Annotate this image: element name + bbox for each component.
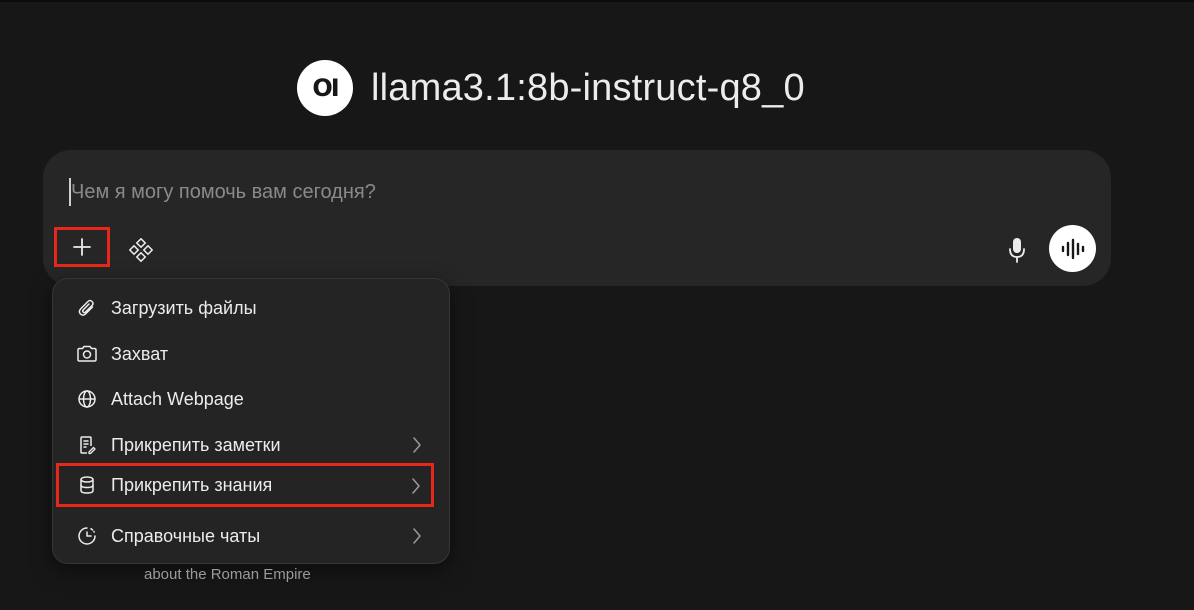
integrations-button[interactable]	[127, 236, 155, 264]
chevron-right-icon	[413, 528, 421, 544]
menu-item-reference-chats[interactable]: Справочные чаты	[65, 516, 437, 556]
attach-menu: Загрузить файлы Захват Attach Webpage Пр…	[52, 278, 450, 564]
database-icon	[75, 473, 99, 497]
menu-item-label: Прикрепить знания	[111, 474, 273, 495]
chat-composer	[43, 150, 1111, 286]
openwebui-logo: OI	[297, 60, 353, 116]
prompt-input[interactable]	[69, 178, 969, 206]
dictate-button[interactable]	[1003, 234, 1031, 266]
attach-plus-button[interactable]	[54, 227, 110, 267]
menu-item-label: Захват	[111, 343, 169, 364]
paperclip-icon	[75, 296, 99, 320]
menu-item-capture[interactable]: Захват	[65, 334, 437, 374]
puzzle-grid-icon	[129, 238, 153, 262]
voice-mode-button[interactable]	[1049, 225, 1096, 272]
menu-item-label: Справочные чаты	[111, 525, 261, 546]
suggestion-text[interactable]: about the Roman Empire	[144, 566, 311, 583]
model-name[interactable]: llama3.1:8b-instruct-q8_0	[371, 67, 805, 110]
window-top-border	[0, 0, 1194, 2]
plus-icon	[73, 238, 91, 256]
history-icon	[75, 524, 99, 548]
menu-item-label: Загрузить файлы	[111, 297, 257, 318]
menu-item-attach-notes[interactable]: Прикрепить заметки	[65, 425, 437, 465]
menu-item-label: Прикрепить заметки	[111, 434, 281, 455]
menu-item-upload-files[interactable]: Загрузить файлы	[65, 288, 437, 328]
model-header: OI llama3.1:8b-instruct-q8_0	[297, 60, 805, 116]
menu-item-attach-knowledge[interactable]: Прикрепить знания	[56, 463, 434, 507]
microphone-icon	[1009, 238, 1025, 263]
note-icon	[75, 433, 99, 457]
chevron-right-icon	[412, 478, 420, 494]
globe-icon	[75, 387, 99, 411]
menu-item-attach-webpage[interactable]: Attach Webpage	[65, 379, 437, 419]
waveform-icon	[1061, 238, 1084, 259]
camera-icon	[75, 342, 99, 366]
menu-item-label: Attach Webpage	[111, 388, 244, 409]
chevron-right-icon	[413, 437, 421, 453]
